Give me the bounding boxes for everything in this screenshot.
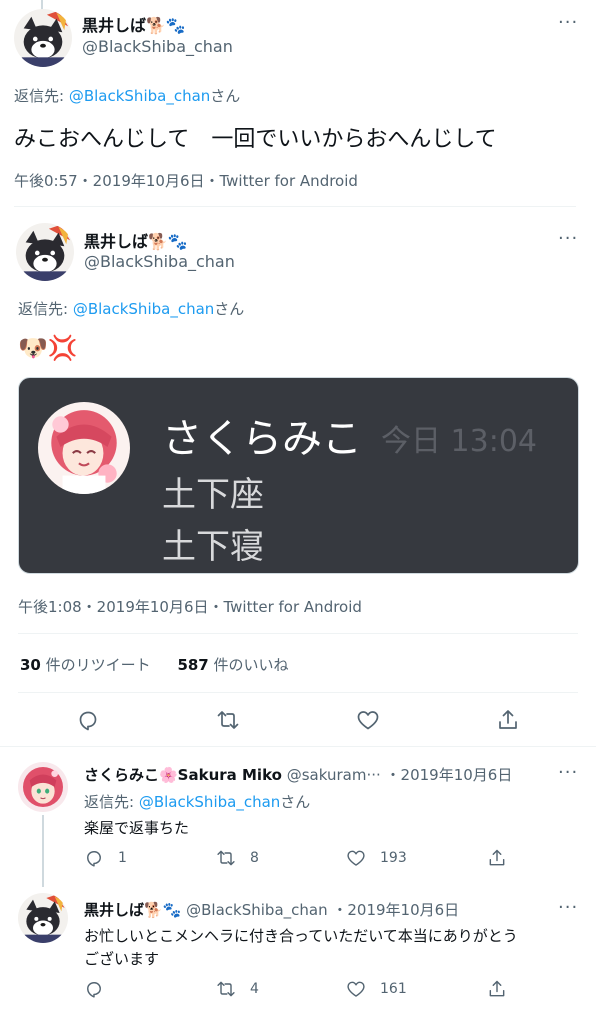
more-icon[interactable]: ··· [558, 764, 578, 782]
reply-to-link[interactable]: @BlackShiba_chan [73, 300, 214, 318]
tweet-text: 楽屋で返事ちた [84, 819, 190, 837]
reply-action[interactable]: 1 [84, 848, 127, 868]
reply-header: さくらみこ🌸Sakura Miko @sakuram··· ・2019年10月6… [84, 764, 512, 785]
tweet-image-card[interactable]: さくらみこ 今日 13:04 土下座 土下寝 [18, 377, 579, 574]
divider [18, 692, 578, 693]
more-icon[interactable]: ··· [558, 899, 578, 917]
reply-icon [84, 848, 104, 868]
tweet-text: お忙しいとこメンヘラに付き合っていただいて本当にありがとう ございます [84, 925, 518, 971]
tweet-text: みこおへんじして 一回でいいからおへんじして [14, 127, 497, 152]
tweet-meta[interactable]: 午後0:57・2019年10月6日・Twitter for Android [14, 170, 358, 191]
reply-suffix: さん [280, 793, 311, 811]
likes-stat[interactable]: 587 件のいいね [177, 656, 288, 674]
reply-prefix: 返信先: [14, 87, 69, 105]
reply-to-link[interactable]: @BlackShiba_chan [139, 793, 280, 811]
reply-tweet-2[interactable]: 黒井しば🐕🐾 @BlackShiba_chan ・2019年10月6日 ··· … [0, 877, 596, 1015]
reply-icon[interactable] [76, 708, 100, 732]
reply-context: 返信先: @BlackShiba_chanさん [18, 298, 244, 319]
tweet-emoji: 🐶💢 [18, 334, 78, 362]
avatar-shiba[interactable] [18, 893, 68, 943]
tweet-meta[interactable]: 午後1:08・2019年10月6日・Twitter for Android [18, 596, 362, 617]
display-name[interactable]: 黒井しば🐕🐾 [84, 901, 181, 919]
retweet-action[interactable]: 8 [216, 848, 259, 868]
retweet-icon [216, 979, 236, 999]
share-icon[interactable] [487, 979, 507, 999]
like-icon [346, 848, 366, 868]
retweet-count: 8 [250, 850, 259, 866]
card-name: さくらみこ [162, 416, 362, 462]
like-action[interactable]: 161 [346, 979, 407, 999]
retweet-count: 4 [250, 981, 259, 997]
retweets-label: 件のリツイート [40, 656, 151, 674]
reply-count: 1 [118, 850, 127, 866]
tweet-text-line: お忙しいとこメンヘラに付き合っていただいて本当にありがとう [84, 927, 518, 945]
like-action[interactable]: 193 [346, 848, 407, 868]
likes-label: 件のいいね [208, 656, 289, 674]
tweet-1: 黒井しば🐕🐾 @BlackShiba_chan ··· 返信先: @BlackS… [0, 0, 596, 200]
likes-count: 587 [177, 656, 209, 674]
avatar-shiba[interactable] [14, 9, 72, 67]
retweet-action[interactable]: 4 [216, 979, 259, 999]
retweets-stat[interactable]: 30 件のリツイート [20, 656, 151, 674]
reply-suffix: さん [210, 87, 241, 105]
user-handle[interactable]: @BlackShiba_chan [82, 37, 233, 56]
user-handle[interactable]: @BlackShiba_chan [186, 901, 327, 919]
reply-suffix: さん [214, 300, 245, 318]
tweet-stats: 30 件のリツイート 587 件のいいね [20, 654, 289, 675]
display-name[interactable]: 黒井しば🐕🐾 [82, 12, 186, 36]
more-icon[interactable]: ··· [558, 230, 578, 248]
more-icon[interactable]: ··· [558, 14, 578, 32]
avatar-shiba[interactable] [16, 223, 74, 281]
tweet-date[interactable]: ・2019年10月6日 [386, 766, 513, 784]
card-time: 今日 13:04 [381, 424, 537, 459]
divider [18, 633, 578, 634]
like-icon[interactable] [356, 708, 380, 732]
divider [14, 206, 576, 207]
reply-action[interactable] [84, 979, 118, 999]
reply-to-link[interactable]: @BlackShiba_chan [69, 87, 210, 105]
tweet-text-line: ございます [84, 950, 160, 968]
reply-prefix: 返信先: [18, 300, 73, 318]
reply-context: 返信先: @BlackShiba_chanさん [84, 791, 310, 812]
tweet-date[interactable]: ・2019年10月6日 [332, 901, 459, 919]
card-line-2: 土下寝 [162, 527, 264, 567]
reply-header: 黒井しば🐕🐾 @BlackShiba_chan ・2019年10月6日 [84, 899, 459, 920]
reply-context: 返信先: @BlackShiba_chanさん [14, 85, 240, 106]
like-count: 161 [380, 981, 407, 997]
avatar-miko[interactable] [18, 762, 68, 812]
like-icon [346, 979, 366, 999]
retweets-count: 30 [20, 656, 41, 674]
retweet-icon [216, 848, 236, 868]
reply-tweet-1[interactable]: さくらみこ🌸Sakura Miko @sakuram··· ・2019年10月6… [0, 747, 596, 887]
display-name[interactable]: 黒井しば🐕🐾 [84, 228, 188, 252]
card-avatar [38, 402, 130, 494]
like-count: 193 [380, 850, 407, 866]
user-handle[interactable]: @BlackShiba_chan [84, 252, 235, 271]
reply-icon [84, 979, 104, 999]
display-name[interactable]: さくらみこ🌸Sakura Miko [84, 766, 282, 784]
user-handle[interactable]: @sakuram··· [287, 766, 381, 784]
reply-prefix: 返信先: [84, 793, 139, 811]
share-icon[interactable] [487, 848, 507, 868]
share-icon[interactable] [496, 708, 520, 732]
card-line-1: 土下座 [162, 475, 264, 515]
retweet-icon[interactable] [216, 708, 240, 732]
